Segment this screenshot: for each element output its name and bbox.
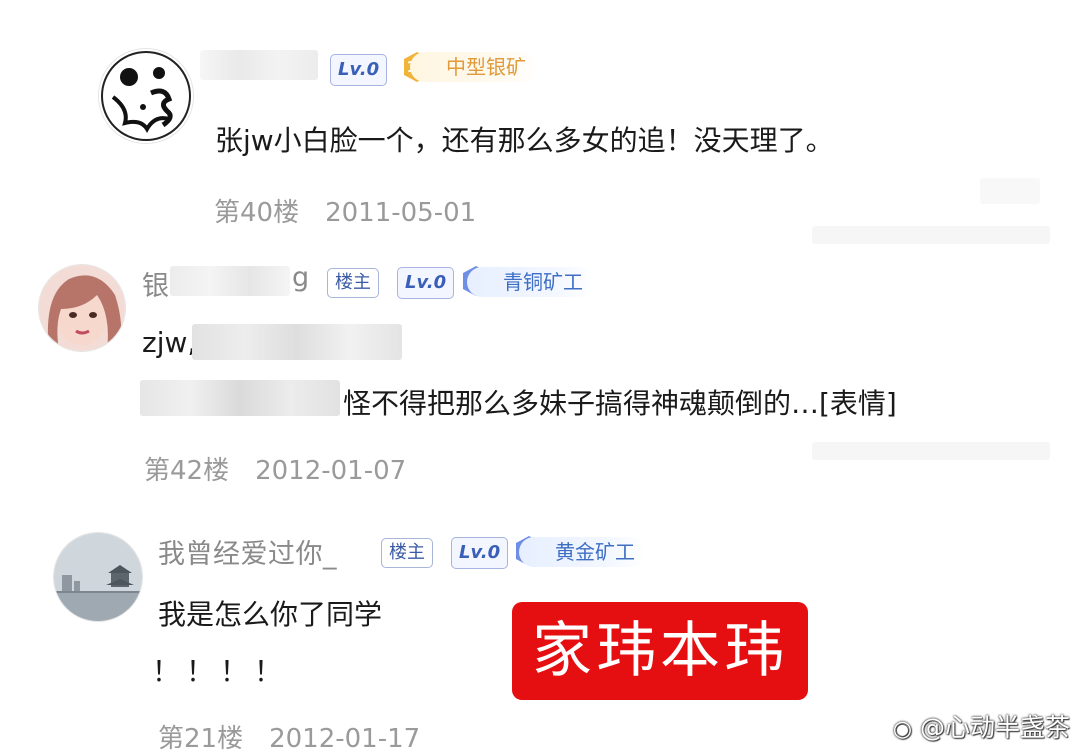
level-badge: Lv.0	[397, 267, 455, 299]
thread-owner-badge: 楼主	[327, 268, 379, 298]
comment-text-line: ！！！！	[152, 655, 289, 688]
level-badge: Lv.0	[451, 537, 509, 569]
redacted-text	[192, 324, 402, 360]
username: 我曾经爱过你_	[158, 539, 337, 570]
landscape-avatar-icon	[54, 533, 142, 621]
redacted-text	[140, 380, 340, 416]
username-blurred	[200, 50, 318, 80]
watermark-text: @心动半盏茶	[919, 713, 1070, 742]
floor-number: 第21楼	[158, 724, 244, 754]
faded-background-shape	[980, 178, 1040, 204]
comment-meta: 第40楼 2011-05-01	[214, 192, 502, 229]
faded-background-shape	[812, 226, 1050, 244]
post-date: 2011-05-01	[325, 198, 477, 228]
rank-title: 青铜矿工	[467, 267, 595, 297]
floor-number: 第40楼	[214, 198, 300, 228]
comment-meta: 第42楼 2012-01-07	[144, 450, 432, 487]
avatar[interactable]	[38, 264, 126, 352]
level-badge: Lv.0	[330, 54, 388, 86]
rank-title: 黄金矿工	[519, 537, 647, 567]
comment-text-line: 怪不得把那么多妹子搞得神魂颠倒的…[表情]	[343, 387, 897, 420]
comment-text-line: 我是怎么你了同学	[158, 598, 383, 631]
faded-background-shape	[812, 442, 1050, 460]
comment-meta: 第21楼 2012-01-17	[158, 718, 446, 755]
username-suffix: g	[292, 262, 310, 293]
weibo-logo-icon: ◉	[892, 717, 913, 742]
avatar[interactable]	[53, 532, 143, 622]
post-date: 2012-01-07	[255, 456, 407, 486]
profile-photo-icon	[39, 265, 125, 351]
cartoon-avatar-icon	[99, 49, 193, 143]
overlay-caption: 家玮本玮	[512, 602, 808, 700]
comment-text: 张jw小白脸一个，还有那么多女的追！没天理了。	[215, 124, 834, 157]
username-blurred	[170, 266, 290, 296]
rank-title: 中型银矿	[410, 52, 538, 82]
username-prefix: 银	[142, 271, 170, 302]
post-date: 2012-01-17	[269, 724, 421, 754]
comment-text-line: zjw,	[142, 326, 197, 359]
avatar[interactable]	[98, 48, 194, 144]
floor-number: 第42楼	[144, 456, 230, 486]
watermark: ◉ @心动半盏茶	[893, 708, 1070, 744]
thread-owner-badge: 楼主	[381, 538, 433, 568]
